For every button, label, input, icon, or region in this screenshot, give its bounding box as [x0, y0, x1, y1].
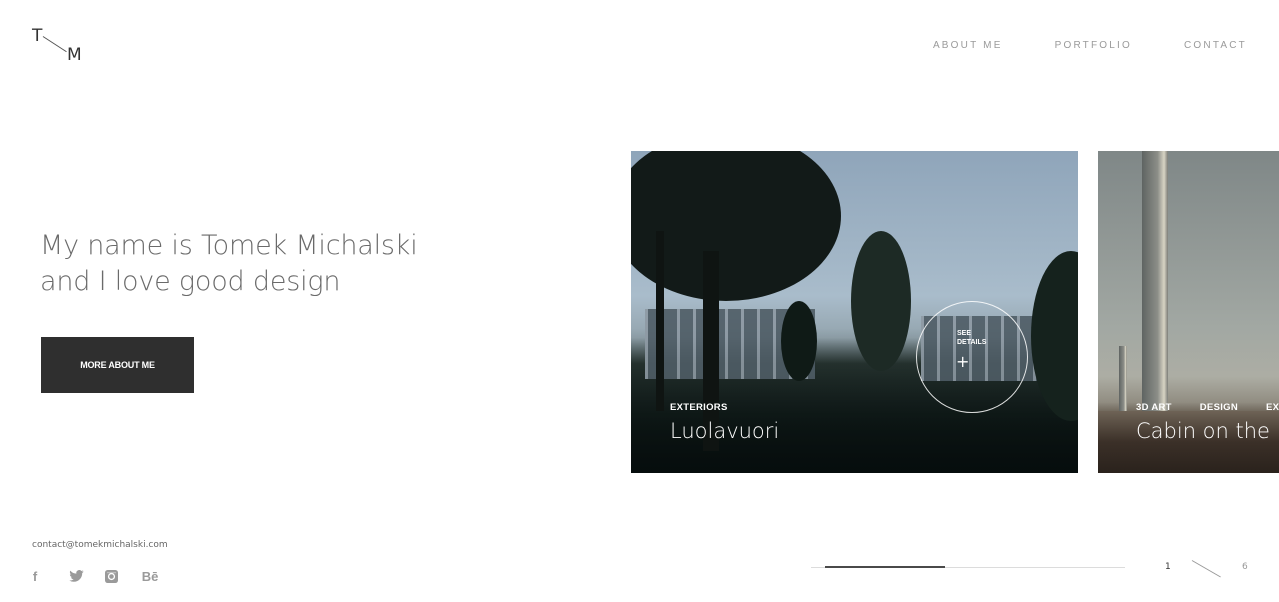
logo-letter-m: M	[67, 45, 82, 65]
slide-category[interactable]: EXTERIORS	[670, 402, 728, 413]
slider-progress-track[interactable]	[811, 566, 1125, 568]
portfolio-slide-luolavuori[interactable]: SEE DETAILS + EXTERIORS Luolavuori	[631, 151, 1078, 473]
current-slide-number: 1	[1165, 562, 1171, 572]
facebook-icon[interactable]: f	[30, 569, 40, 584]
hero-title-line-1: My name is Tomek Michalski	[40, 230, 418, 261]
contact-email-link[interactable]: contact@tomekmichalski.com	[32, 540, 168, 550]
slide-pager: 1 6	[1160, 560, 1250, 580]
main-nav: ABOUT ME PORTFOLIO CONTACT	[933, 40, 1247, 51]
social-links: f Bē	[30, 569, 160, 584]
scenery-tree	[1031, 251, 1078, 421]
slide-categories: 3D ART DESIGN EXTERIORS	[1136, 402, 1279, 413]
logo-slash	[42, 36, 67, 53]
slider-progress-fill	[825, 566, 945, 568]
nav-about-me[interactable]: ABOUT ME	[933, 40, 1003, 51]
twitter-icon[interactable]	[68, 569, 84, 583]
portfolio-slide-cabin-on-the-moon[interactable]: 3D ART DESIGN EXTERIORS Cabin on the Moo…	[1098, 151, 1279, 473]
logo[interactable]: T M	[30, 28, 86, 66]
nav-contact[interactable]: CONTACT	[1184, 40, 1247, 51]
hero-title: My name is Tomek Michalski and I love go…	[40, 228, 460, 300]
total-slides-number: 6	[1242, 562, 1248, 572]
pager-separator	[1191, 560, 1221, 578]
logo-letter-t: T	[32, 26, 43, 46]
slide-category[interactable]: 3D ART	[1136, 402, 1172, 413]
slide-category[interactable]: EXTERIORS	[1266, 402, 1279, 413]
slide-category[interactable]: DESIGN	[1200, 402, 1238, 413]
behance-icon[interactable]: Bē	[140, 569, 160, 584]
hero-title-line-2: and I love good design	[40, 266, 341, 297]
see-details-label: SEE DETAILS	[957, 330, 987, 346]
slide-categories: EXTERIORS	[670, 402, 728, 413]
scenery-tree	[851, 231, 911, 371]
slide-title[interactable]: Cabin on the Moon	[1136, 419, 1279, 443]
slide-title[interactable]: Luolavuori	[670, 419, 779, 443]
scenery-tree	[781, 301, 817, 381]
plus-icon: +	[956, 352, 970, 371]
instagram-icon[interactable]	[104, 569, 118, 583]
scenery-trunk	[656, 231, 664, 411]
nav-portfolio[interactable]: PORTFOLIO	[1055, 40, 1132, 51]
scenery-pillar	[1142, 151, 1168, 421]
see-details-button[interactable]: SEE DETAILS +	[916, 301, 1028, 413]
more-about-me-button[interactable]: MORE ABOUT ME	[41, 337, 194, 393]
